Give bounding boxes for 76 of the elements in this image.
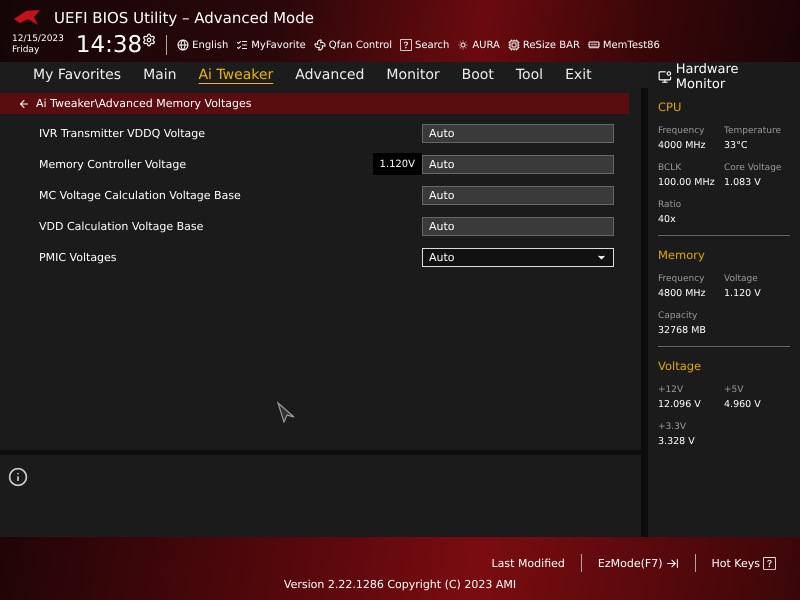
footer-button[interactable]: EzMode(F7): [582, 556, 694, 570]
footer-button[interactable]: Last Modified: [476, 556, 581, 570]
reading-label: +5V: [724, 385, 744, 395]
monitor-icon: [658, 70, 672, 84]
reading-label: Capacity: [658, 311, 698, 321]
section-title: CPU: [658, 100, 682, 114]
setting-label: VDD Calculation Voltage Base: [39, 220, 204, 232]
reading-label: Voltage: [724, 274, 759, 284]
menu-tab[interactable]: Exit: [554, 65, 603, 85]
breadcrumb-bar[interactable]: Ai Tweaker\Advanced Memory Voltages: [0, 93, 629, 114]
settings-icon[interactable]: [142, 33, 156, 47]
reading-value: 100.00 MHz: [658, 177, 716, 188]
globe-icon: [177, 39, 190, 51]
section-title: Memory: [658, 248, 706, 262]
question-icon: [763, 556, 776, 570]
menu-tab[interactable]: Tool: [504, 65, 554, 85]
window-title: UEFI BIOS Utility – Advanced Mode: [54, 9, 314, 27]
breadcrumb-text: Ai Tweaker\Advanced Memory Voltages: [36, 97, 252, 110]
section-title: Voltage: [658, 359, 702, 373]
reading-label: Core Voltage: [724, 163, 782, 173]
version-text: Version 2.22.1286 Copyright (C) 2023 AMI: [284, 578, 516, 591]
panel-title: Hardware Monitor: [676, 62, 740, 92]
fan-icon: [314, 39, 326, 51]
menu-tab[interactable]: Monitor: [375, 65, 451, 85]
menu-tab[interactable]: Main: [132, 65, 188, 85]
reading-label: BCLK: [658, 163, 682, 173]
input-field[interactable]: Auto: [422, 216, 614, 236]
chip-icon: [508, 39, 520, 51]
reading-value: 4800 MHz: [658, 288, 707, 299]
exit-arrow-icon: [666, 556, 678, 570]
reading-label: +12V: [658, 385, 684, 395]
input-field[interactable]: Auto: [422, 186, 614, 204]
reading-value: 3.328 V: [658, 436, 696, 447]
reading-value: 12.096 V: [658, 399, 702, 410]
logo-icon: [12, 9, 42, 27]
reading-label: Ratio: [658, 200, 682, 210]
reading-value: 32768 MB: [658, 325, 707, 336]
clock-time: 14:38: [76, 32, 142, 58]
reading-label: Temperature: [724, 126, 782, 136]
setting-label: IVR Transmitter VDDQ Voltage: [39, 126, 206, 140]
menu-tab[interactable]: Ai Tweaker: [187, 65, 284, 85]
toolbar-button[interactable]: ReSize BAR: [508, 39, 580, 51]
reading-value: 40x: [658, 214, 677, 225]
reading-value: 4.960 V: [724, 399, 762, 410]
reading-label: Frequency: [658, 126, 706, 136]
toolbar-button[interactable]: Search: [400, 39, 450, 51]
day-text: Friday: [12, 45, 40, 56]
setting-label: MC Voltage Calculation Voltage Base: [39, 188, 242, 202]
question-icon: [400, 39, 412, 51]
value-tooltip: 1.120V: [372, 153, 422, 175]
reading-value: 4000 MHz: [658, 140, 707, 151]
toolbar-button[interactable]: MemTest86: [588, 39, 660, 51]
input-field[interactable]: Auto: [422, 124, 614, 142]
reading-label: +3.3V: [658, 422, 688, 432]
toolbar-button[interactable]: AURA: [457, 39, 500, 51]
dropdown-field[interactable]: Auto: [422, 248, 614, 266]
date-text: 12/15/2023: [12, 34, 64, 45]
back-arrow-icon[interactable]: [18, 98, 30, 110]
cursor-icon: [276, 401, 296, 423]
sun-icon: [457, 39, 470, 51]
reading-value: 33°C: [724, 140, 748, 151]
toolbar-button[interactable]: MyFavorite: [236, 39, 306, 51]
list-icon: [236, 39, 248, 51]
setting-label: Memory Controller Voltage: [39, 158, 188, 170]
input-field[interactable]: Auto: [422, 154, 614, 174]
reading-value: 1.120 V: [724, 288, 762, 299]
footer-button[interactable]: Hot Keys: [696, 556, 792, 570]
menu-tab[interactable]: My Favorites: [22, 65, 132, 85]
toolbar-button[interactable]: Qfan Control: [314, 39, 392, 51]
toolbar-button[interactable]: English: [177, 39, 228, 51]
menu-tab[interactable]: Boot: [450, 65, 505, 85]
reading-label: Frequency: [658, 274, 706, 284]
info-icon[interactable]: [8, 467, 28, 487]
reading-value: 1.083 V: [724, 177, 762, 188]
menu-tab[interactable]: Advanced: [284, 65, 376, 85]
setting-label: PMIC Voltages: [39, 250, 118, 264]
